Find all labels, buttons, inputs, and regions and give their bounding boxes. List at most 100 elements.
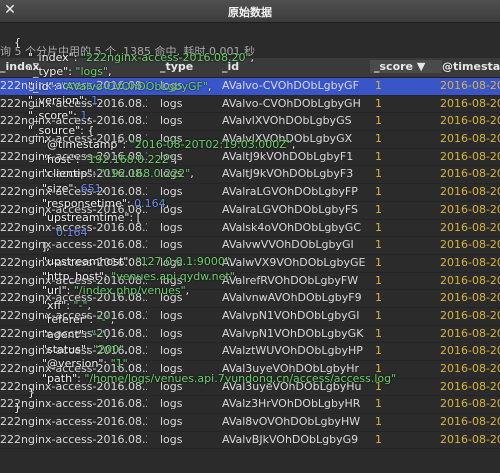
table-row[interactable]: 222nginx-access-2016.08.20 logs AValraLGVO… (0, 184, 500, 202)
cell-score: 1 (375, 220, 382, 234)
cell-type: logs (160, 255, 183, 269)
cell-index: 222nginx-access-2016.08.20 (0, 308, 147, 322)
cell-timestamp: 2016-08-20 (440, 185, 500, 199)
cell-index: 222nginx-access-2016.08.20 (0, 220, 147, 234)
cell-type: logs (160, 344, 183, 358)
cell-type: logs (160, 415, 183, 429)
cell-score: 1 (375, 238, 382, 252)
cell-id: AValvBJkVOhDObLgbyG9 (222, 432, 359, 446)
cell-timestamp: 2016-08-20 (440, 96, 500, 110)
cell-timestamp: 2016-08-20 (440, 167, 500, 181)
cell-timestamp: 2016-08-20 (440, 291, 500, 305)
cell-index: 222nginx-access-2016.08.20 (0, 238, 147, 252)
column-header-index[interactable]: _index (0, 60, 147, 73)
cell-id: AVal8vOVOhDObLgbyHW (222, 415, 361, 429)
table-row[interactable]: 222nginx-access-2016.08.20 logs AValvwVVOh… (0, 237, 500, 255)
table-row[interactable]: 222nginx-access-2016.08.20 logs AValvnwAVO… (0, 290, 500, 308)
cell-index: 222nginx-access-2016.08.20 (0, 362, 147, 375)
cell-score: 1 (375, 202, 382, 216)
cell-index: 222nginx-access-2016.08.20 (0, 344, 147, 358)
column-header-score[interactable]: _score ▼ (370, 60, 442, 73)
cell-type: logs (160, 397, 183, 411)
cell-index: 222nginx-access-2016.08.20 (0, 379, 147, 393)
table-row[interactable]: 222nginx-access-2016.08.20 logs AValvo-CVO… (0, 78, 500, 96)
table-row[interactable]: 222nginx-access-2016.08.20 logs AVal8vOVOh… (0, 414, 500, 432)
cell-timestamp: 2016-08-20 (440, 432, 500, 446)
cell-index: 222nginx-access-2016.08.20 (0, 415, 147, 429)
table-header: _index _type _id _score ▼ @timestamp (0, 58, 500, 78)
column-header-id[interactable]: _id (222, 60, 367, 73)
cell-timestamp: 2016-08-20 (440, 114, 500, 128)
cell-score: 1 (375, 167, 382, 181)
table-row[interactable]: 222nginx-access-2016.08.20 logs AValvlXVOh… (0, 131, 500, 149)
cell-id: AValvpN1VOhDObLgbyGK (222, 326, 364, 340)
cell-id: AVal3uyeVOhDObLgbyHr (222, 362, 360, 375)
table-row[interactable]: 222nginx-access-2016.08.20 logs AValwVX9VO… (0, 255, 500, 273)
cell-score: 1 (375, 255, 382, 269)
table-row[interactable]: 222nginx-access-2016.08.20 logs AVal3uyeVO… (0, 361, 500, 379)
cell-timestamp: 2016-08-20 (440, 362, 500, 375)
table-row[interactable]: 222nginx-access-2016.08.20 logs AValztWUVO… (0, 343, 500, 361)
cell-score: 1 (375, 273, 382, 287)
cell-type: logs (160, 273, 183, 287)
cell-id: AValraLGVOhDObLgbyFP (222, 185, 358, 199)
cell-id: AValwVX9VOhDObLgbyGE (222, 255, 366, 269)
cell-type: logs (160, 167, 183, 181)
table-row[interactable]: 222nginx-access-2016.08.20 logs AValtJ9kVO… (0, 149, 500, 167)
cell-score: 1 (375, 379, 382, 393)
cell-id: AValvlXVOhDObLgbyGX (222, 132, 353, 146)
table-row[interactable]: 222nginx-access-2016.08.20 logs AValvpN1VO… (0, 326, 500, 344)
table-row[interactable]: 222nginx-access-2016.08.20 logs AValtJ9kVO… (0, 166, 500, 185)
cell-score: 1 (375, 114, 382, 128)
table-row[interactable]: 222nginx-access-2016.08.20 logs AValvlXVOh… (0, 113, 500, 132)
cell-score: 1 (375, 96, 382, 110)
cell-id: AValsk4oVOhDObLgbyGC (222, 220, 361, 234)
table-row[interactable]: 222nginx-access-2016.08.20 logs AValsk4oVO… (0, 220, 500, 238)
cell-score: 1 (375, 344, 382, 358)
cell-id: AValztWUVOhDObLgbyHP (222, 344, 363, 358)
cell-timestamp: 2016-08-20 (440, 202, 500, 216)
cell-timestamp: 2016-08-20 (440, 326, 500, 340)
cell-score: 1 (375, 79, 382, 92)
cell-index: 222nginx-access-2016.08.20 (0, 255, 147, 269)
cell-id: AValtJ9kVOhDObLgbyF1 (222, 149, 354, 163)
table-body: 222nginx-access-2016.08.20 logs AValvo-CVO… (0, 78, 500, 450)
column-header-timestamp[interactable]: @timestamp (442, 60, 500, 73)
cell-index: 222nginx-access-2016.08.20 (0, 202, 147, 216)
cell-id: AValvo-CVOhDObLgbyGH (222, 96, 361, 110)
table-row[interactable]: 222nginx-access-2016.08.20 logs AValvo-CVO… (0, 96, 500, 114)
cell-index: 222nginx-access-2016.08.20 (0, 326, 147, 340)
cell-index: 222nginx-access-2016.08.20 (0, 114, 147, 128)
cell-score: 1 (375, 308, 382, 322)
cell-id: AValraLGVOhDObLgbyFS (222, 202, 358, 216)
results-table: _index _type _id _score ▼ @timestamp 222… (0, 58, 500, 473)
cell-index: 222nginx-access-2016.08.20 (0, 149, 147, 163)
cell-score: 1 (375, 149, 382, 163)
cell-score: 1 (375, 415, 382, 429)
table-row[interactable]: 222nginx-access-2016.08.20 logs AValraLGVO… (0, 202, 500, 220)
cell-id: AVal3uyeVOhDObLgbyHu (222, 379, 362, 393)
cell-type: logs (160, 379, 183, 393)
table-row[interactable]: 222nginx-access-2016.08.20 logs AValz3HrVO… (0, 396, 500, 415)
cell-score: 1 (375, 132, 382, 146)
cell-type: logs (160, 326, 183, 340)
cell-type: logs (160, 132, 183, 146)
cell-type: logs (160, 432, 183, 446)
cell-id: AValvpN1VOhDObLgbyGI (222, 308, 360, 322)
cell-index: 222nginx-access-2016.08.20 (0, 79, 147, 92)
cell-index: 222nginx-access-2016.08.20 (0, 185, 147, 199)
table-row[interactable]: 222nginx-access-2016.08.20 logs AValvpN1VO… (0, 308, 500, 326)
cell-id: AValvo-CVOhDObLgbyGF (222, 79, 359, 92)
column-header-type[interactable]: _type (160, 60, 216, 73)
cell-index: 222nginx-access-2016.08.20 (0, 432, 147, 446)
cell-type: logs (160, 202, 183, 216)
cell-timestamp: 2016-08-20 (440, 415, 500, 429)
table-row[interactable]: 222nginx-access-2016.08.20 logs AValvBJkVO… (0, 432, 500, 450)
cell-type: logs (160, 185, 183, 199)
table-row[interactable]: 222nginx-access-2016.08.20 logs AVal3uyeVO… (0, 379, 500, 397)
cell-index: 222nginx-access-2016.08.20 (0, 397, 147, 411)
cell-score: 1 (375, 432, 382, 446)
table-row[interactable]: 222nginx-access-2016.08.20 logs AValrefRVO… (0, 273, 500, 291)
cell-type: logs (160, 291, 183, 305)
cell-index: 222nginx-access-2016.08.20 (0, 273, 147, 287)
